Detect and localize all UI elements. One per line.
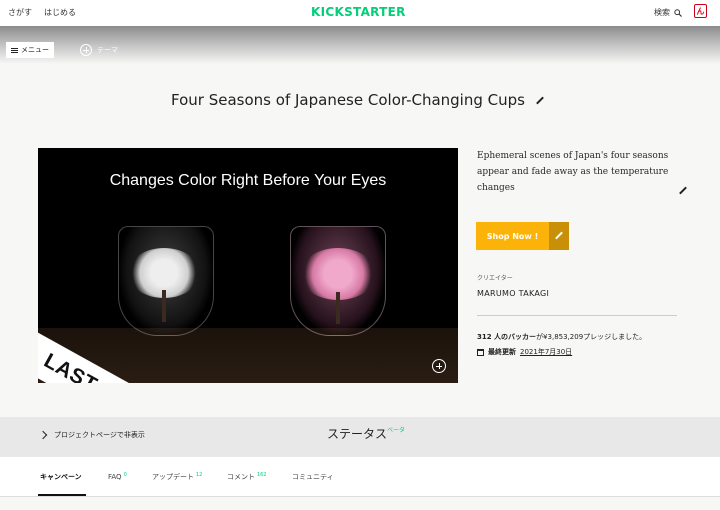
explore-link[interactable]: さがす [8,7,32,18]
top-nav: さがす はじめる KICKSTARTER 検索 ん [0,0,720,26]
search-label: 検索 [654,8,670,17]
tab-label: アップデート [152,473,194,481]
tab-label: コミュニティ [292,473,334,481]
tab-campaign[interactable]: キャンペーン [40,472,82,482]
project-video[interactable]: Changes Color Right Before Your Eyes LAS… [38,148,458,383]
pencil-icon [554,231,564,241]
project-blurb: Ephemeral scenes of Japan's four seasons… [477,151,669,193]
video-caption: Changes Color Right Before Your Eyes [109,172,387,189]
hamburger-icon [11,47,18,53]
project-tabs: キャンペーン FAQ 0 アップデート 12 コメント 162 コミュニティ [0,457,720,497]
tab-count: 12 [196,472,203,478]
start-link[interactable]: はじめる [44,7,76,18]
status-title-text: ステータス [327,427,388,441]
last-updated: 最終更新 2021年7月30日 [477,347,572,357]
search-button[interactable]: 検索 [654,7,682,18]
backers-summary: 312 人のバッカーが¥3,853,209プレッジしました。 [477,332,646,342]
beta-badge: ベータ [387,427,406,434]
search-icon [674,8,682,17]
menu-label: メニュー [21,46,49,54]
status-strip: プロジェクトページで非表示 ステータスベータ [0,417,720,457]
last-updated-date[interactable]: 2021年7月30日 [520,347,572,357]
kickstarter-logo[interactable]: KICKSTARTER [311,5,406,19]
tab-count: 0 [123,472,127,478]
hide-on-project-page-toggle[interactable]: プロジェクトページで非表示 [38,430,145,440]
tree-trunk-image [162,290,166,322]
creator-label: クリエイター [477,275,513,282]
page-title: Four Seasons of Japanese Color-Changing … [171,91,525,109]
user-avatar[interactable]: ん [694,4,707,18]
status-title: ステータスベータ [327,425,405,442]
tab-label: FAQ [108,473,122,481]
edit-shop-button[interactable] [549,222,569,250]
creator-name[interactable]: MARUMO TAKAGI [477,289,549,298]
tab-label: コメント [227,473,255,481]
divider [477,315,677,316]
last-updated-label: 最終更新 [488,348,516,356]
active-tab-indicator [38,494,86,496]
tab-updates[interactable]: アップデート 12 [152,472,202,482]
edit-blurb-pencil-icon[interactable] [678,186,688,196]
shop-now-button[interactable]: Shop Now ! [476,222,549,250]
backers-count: 312 人のバッカー [477,333,537,341]
shop-now-button-group: Shop Now ! [476,222,569,250]
theme-button[interactable]: テーマ [80,44,118,56]
tab-label: キャンペーン [40,473,82,481]
theme-label: テーマ [97,46,118,54]
tab-count: 162 [257,472,267,478]
menu-button[interactable]: メニュー [6,42,54,58]
plus-circle-icon[interactable] [432,359,446,373]
plus-circle-icon [80,44,92,56]
nav-left: さがす はじめる [8,7,76,18]
chevron-right-icon [38,430,48,440]
page-title-row: Four Seasons of Japanese Color-Changing … [0,91,716,109]
pledged-amount: が¥3,853,209プレッジしました。 [536,333,647,341]
tab-faq[interactable]: FAQ 0 [108,472,127,481]
tree-trunk-image [336,292,340,324]
tab-community[interactable]: コミュニティ [292,472,334,482]
hide-label: プロジェクトページで非表示 [54,431,145,439]
edit-title-pencil-icon[interactable] [535,96,545,106]
calendar-icon [477,348,484,356]
tab-comments[interactable]: コメント 162 [227,472,267,482]
